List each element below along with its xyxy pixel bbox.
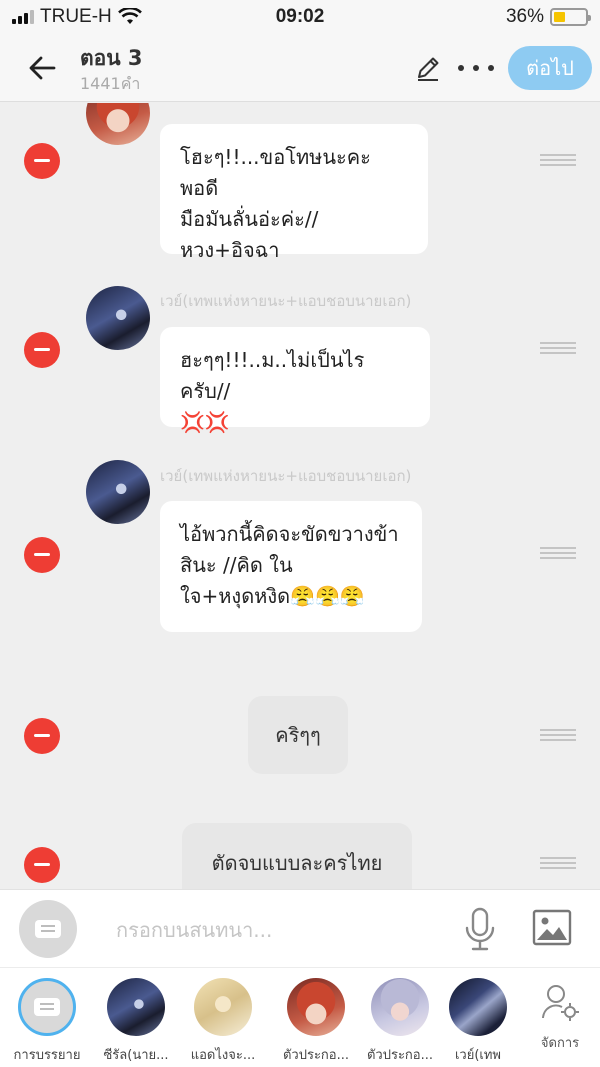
character-label: ซีรัล(นาย... xyxy=(103,1048,169,1063)
episode-header: ตอน 3 1441คำ ต่อไป xyxy=(0,34,600,102)
message-line: ฮะๆๆ!!!..ม..ไม่เป็นไรครับ// xyxy=(180,348,365,403)
avatar xyxy=(18,978,76,1036)
character-item[interactable]: ตัวประกอ... xyxy=(360,978,440,1065)
message-bubble[interactable]: ไอ้พวกนี้คิดจะขัดขวางข้า สินะ //คิด ใน ใ… xyxy=(160,501,422,632)
more-icon[interactable] xyxy=(458,54,494,82)
character-item[interactable]: ตัวประกอ... xyxy=(276,978,356,1065)
word-count: 1441คำ xyxy=(80,74,141,93)
delete-icon[interactable] xyxy=(24,143,60,179)
document-icon xyxy=(34,998,60,1016)
character-label: ตัวประกอ... xyxy=(282,1048,350,1063)
delete-icon[interactable] xyxy=(24,332,60,368)
drag-handle-icon[interactable] xyxy=(540,729,576,743)
message-line: สินะ //คิด ใน xyxy=(180,553,293,577)
avatar[interactable] xyxy=(86,103,150,145)
drag-handle-icon[interactable] xyxy=(540,547,576,561)
avatar xyxy=(449,978,507,1036)
narration-bubble[interactable]: ตัดจบแบบละครไทย xyxy=(182,823,412,889)
status-bar: TRUE-H 09:02 36% xyxy=(0,0,600,34)
back-arrow-icon[interactable] xyxy=(24,50,60,86)
image-icon[interactable] xyxy=(532,908,572,948)
delete-icon[interactable] xyxy=(24,718,60,754)
manage-label: จัดการ xyxy=(540,1036,580,1051)
message-input-bar: กรอกบนสนทนา... xyxy=(0,889,600,967)
battery-info: 36% xyxy=(505,6,591,28)
avatar xyxy=(287,978,345,1036)
manage-user-icon xyxy=(542,985,579,1021)
message-input[interactable]: กรอกบนสนทนา... xyxy=(116,914,272,946)
character-item[interactable]: เวย์(เทพ xyxy=(446,978,510,1065)
character-narration[interactable]: การบรรยาย xyxy=(7,978,87,1065)
message-bubble[interactable]: โฮะๆ!!...ขอโทษนะคะพอดี มือมันลั่นอ่ะค่ะ/… xyxy=(160,124,428,262)
character-item[interactable]: แอดไงจะ... xyxy=(183,978,263,1065)
drag-handle-icon[interactable] xyxy=(540,342,576,356)
delete-icon[interactable] xyxy=(24,847,60,883)
chat-area[interactable]: โฮะๆ!!...ขอโทษนะคะพอดี มือมันลั่นอ่ะค่ะ/… xyxy=(0,103,600,889)
battery-percent: 36% xyxy=(505,6,544,27)
sender-name: เวย์(เทพแห่งหายนะ+แอบชอบนายเอก) xyxy=(160,292,412,310)
document-icon xyxy=(35,920,61,938)
message-bubble[interactable]: ฮะๆๆ!!!..ม..ไม่เป็นไรครับ// 💢💢 xyxy=(160,327,430,434)
avatar xyxy=(194,978,252,1036)
next-button[interactable]: ต่อไป xyxy=(508,46,592,90)
message-line: ไอ้พวกนี้คิดจะขัดขวางข้า xyxy=(180,522,399,546)
sender-name: เวย์(เทพแห่งหายนะ+แอบชอบนายเอก) xyxy=(160,467,412,485)
avatar[interactable] xyxy=(86,286,150,350)
delete-icon[interactable] xyxy=(24,537,60,573)
character-label: การบรรยาย xyxy=(13,1048,81,1063)
character-item[interactable]: ซีรัล(นาย... xyxy=(96,978,176,1065)
message-line: มือมันลั่นอ่ะค่ะ// xyxy=(180,207,319,231)
message-line: ใจ+หงุดหงิด😤😤😤 xyxy=(180,584,365,608)
avatar[interactable] xyxy=(86,460,150,524)
narration-toggle-button[interactable] xyxy=(19,900,77,958)
character-selector: การบรรยาย ซีรัล(นาย... แอดไงจะ... ตัวประ… xyxy=(0,967,600,1067)
drag-handle-icon[interactable] xyxy=(540,154,576,168)
pencil-icon[interactable] xyxy=(414,54,442,82)
microphone-icon[interactable] xyxy=(462,906,498,952)
message-line: หวง+อิจฉา xyxy=(180,238,280,262)
narration-bubble[interactable]: คริๆๆ xyxy=(248,696,348,774)
message-line: 💢💢 xyxy=(180,410,230,434)
character-label: แอดไงจะ... xyxy=(190,1048,256,1063)
avatar xyxy=(107,978,165,1036)
drag-handle-icon[interactable] xyxy=(540,857,576,871)
battery-icon xyxy=(550,8,591,26)
message-line: โฮะๆ!!...ขอโทษนะคะพอดี xyxy=(180,145,371,200)
character-label: เวย์(เทพ xyxy=(454,1048,501,1063)
episode-title: ตอน 3 xyxy=(80,46,143,70)
avatar xyxy=(371,978,429,1036)
character-label: ตัวประกอ... xyxy=(366,1048,434,1063)
manage-characters-button[interactable]: จัดการ xyxy=(528,982,592,1053)
